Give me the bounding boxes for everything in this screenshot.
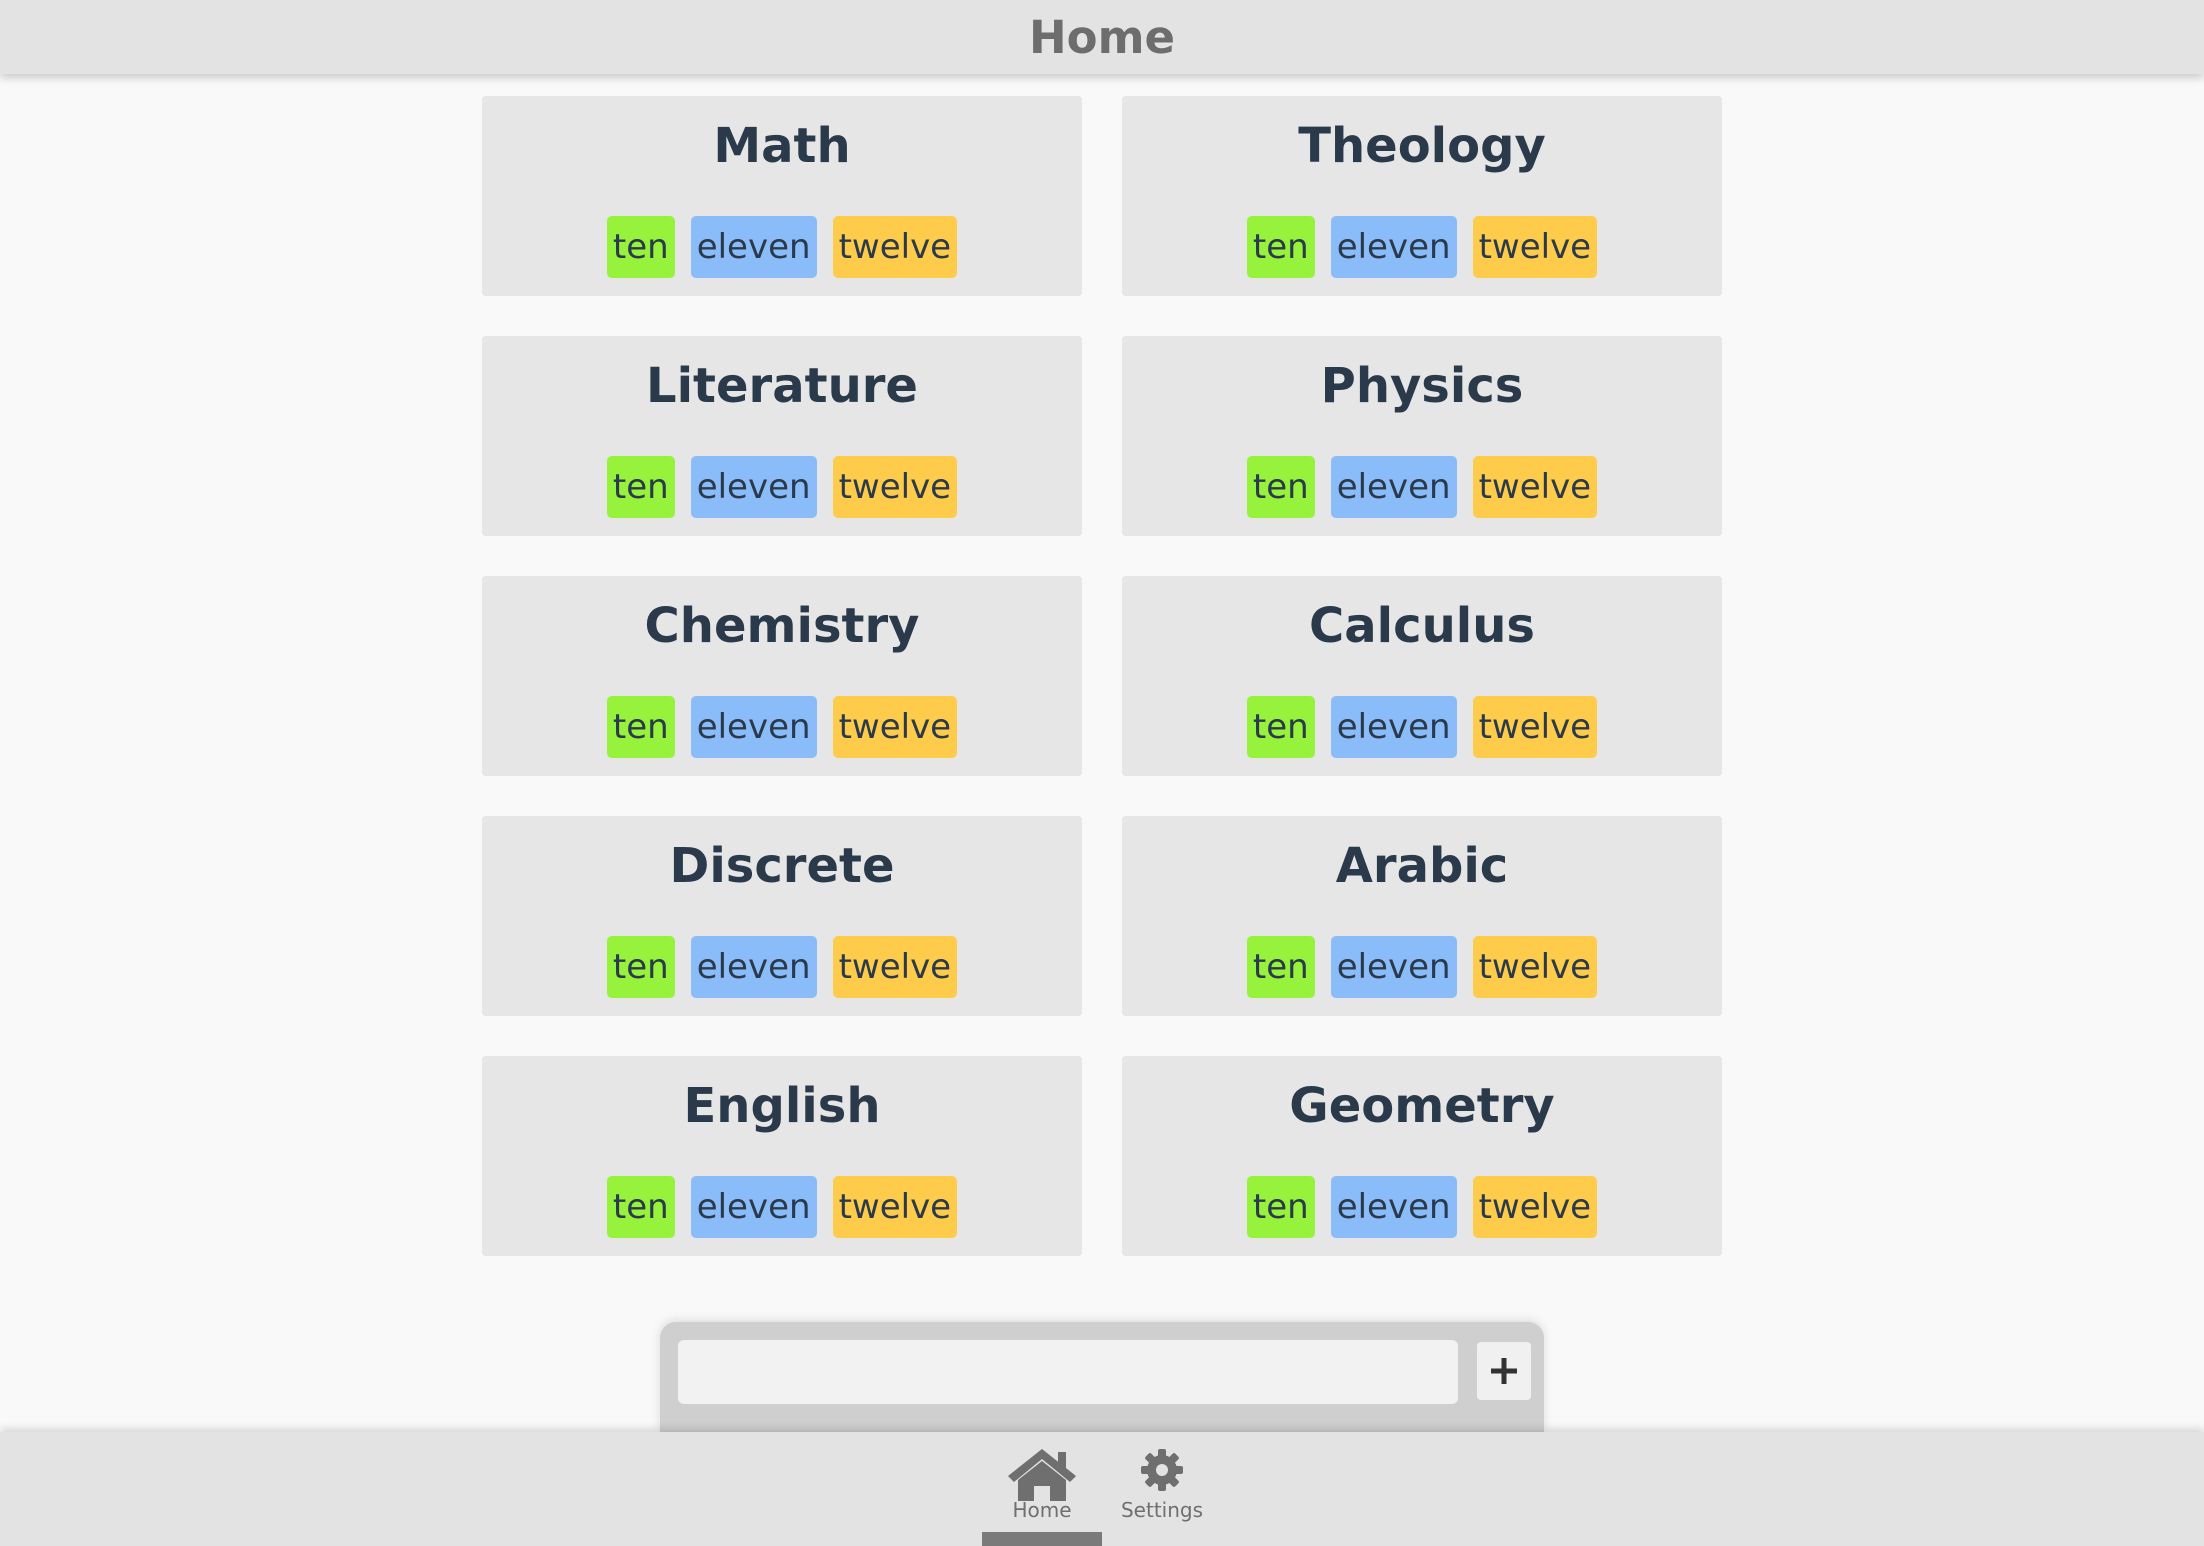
- level-tag-ten[interactable]: ten: [1246, 936, 1315, 998]
- new-subject-input[interactable]: [678, 1340, 1458, 1404]
- subject-title: English: [683, 1078, 881, 1134]
- subject-title: Geometry: [1289, 1078, 1555, 1134]
- level-tags: ten eleven twelve: [1122, 696, 1722, 758]
- level-tag-eleven[interactable]: eleven: [1330, 696, 1457, 758]
- subject-title: Physics: [1320, 358, 1524, 414]
- gear-icon: [1141, 1449, 1183, 1491]
- level-tag-twelve[interactable]: twelve: [1472, 1176, 1598, 1238]
- level-tag-twelve[interactable]: twelve: [1472, 696, 1598, 758]
- top-app-bar: Home: [0, 0, 2204, 74]
- subject-title: Chemistry: [644, 598, 920, 654]
- level-tag-eleven[interactable]: eleven: [690, 456, 817, 518]
- level-tags: ten eleven twelve: [1122, 456, 1722, 518]
- level-tag-ten[interactable]: ten: [606, 216, 675, 278]
- subject-card[interactable]: English ten eleven twelve: [482, 1056, 1082, 1256]
- nav-home[interactable]: Home: [982, 1432, 1102, 1546]
- level-tag-eleven[interactable]: eleven: [690, 936, 817, 998]
- plus-icon: [1491, 1358, 1517, 1384]
- subject-title: Arabic: [1335, 838, 1509, 894]
- nav-settings[interactable]: Settings: [1102, 1432, 1222, 1546]
- level-tag-ten[interactable]: ten: [606, 1176, 675, 1238]
- level-tags: ten eleven twelve: [1122, 936, 1722, 998]
- subject-card[interactable]: Math ten eleven twelve: [482, 96, 1082, 296]
- subject-card[interactable]: Geometry ten eleven twelve: [1122, 1056, 1722, 1256]
- level-tag-twelve[interactable]: twelve: [1472, 936, 1598, 998]
- subject-card[interactable]: Arabic ten eleven twelve: [1122, 816, 1722, 1016]
- level-tag-ten[interactable]: ten: [606, 456, 675, 518]
- level-tag-twelve[interactable]: twelve: [1472, 456, 1598, 518]
- subject-title: Literature: [646, 358, 918, 414]
- level-tag-eleven[interactable]: eleven: [690, 216, 817, 278]
- subject-title: Math: [713, 118, 851, 174]
- level-tag-eleven[interactable]: eleven: [1330, 1176, 1457, 1238]
- level-tag-ten[interactable]: ten: [1246, 456, 1315, 518]
- level-tag-eleven[interactable]: eleven: [1330, 456, 1457, 518]
- level-tags: ten eleven twelve: [482, 456, 1082, 518]
- add-subject-button[interactable]: [1477, 1342, 1531, 1400]
- subject-card[interactable]: Chemistry ten eleven twelve: [482, 576, 1082, 776]
- level-tag-eleven[interactable]: eleven: [1330, 936, 1457, 998]
- level-tag-twelve[interactable]: twelve: [832, 216, 958, 278]
- subject-grid: Math ten eleven twelve Theology ten elev…: [482, 96, 1722, 1256]
- level-tag-twelve[interactable]: twelve: [832, 1176, 958, 1238]
- level-tag-ten[interactable]: ten: [1246, 696, 1315, 758]
- subject-card[interactable]: Theology ten eleven twelve: [1122, 96, 1722, 296]
- page-title: Home: [1029, 10, 1175, 64]
- subject-title: Calculus: [1309, 598, 1535, 654]
- nav-settings-label: Settings: [1120, 1498, 1204, 1522]
- level-tag-eleven[interactable]: eleven: [690, 1176, 817, 1238]
- subject-card[interactable]: Literature ten eleven twelve: [482, 336, 1082, 536]
- active-tab-indicator: [982, 1532, 1102, 1546]
- level-tag-eleven[interactable]: eleven: [1330, 216, 1457, 278]
- bottom-navigation: Home Settings: [0, 1432, 2204, 1546]
- subject-card[interactable]: Calculus ten eleven twelve: [1122, 576, 1722, 776]
- level-tag-ten[interactable]: ten: [606, 696, 675, 758]
- nav-home-label: Home: [1012, 1498, 1072, 1522]
- level-tags: ten eleven twelve: [1122, 216, 1722, 278]
- subject-card[interactable]: Discrete ten eleven twelve: [482, 816, 1082, 1016]
- level-tags: ten eleven twelve: [482, 1176, 1082, 1238]
- level-tags: ten eleven twelve: [482, 936, 1082, 998]
- subject-title: Theology: [1298, 118, 1546, 174]
- level-tag-ten[interactable]: ten: [606, 936, 675, 998]
- level-tag-twelve[interactable]: twelve: [832, 936, 958, 998]
- add-subject-bar: [660, 1322, 1544, 1432]
- subject-title: Discrete: [669, 838, 895, 894]
- level-tag-ten[interactable]: ten: [1246, 216, 1315, 278]
- subject-card[interactable]: Physics ten eleven twelve: [1122, 336, 1722, 536]
- level-tags: ten eleven twelve: [482, 216, 1082, 278]
- level-tag-ten[interactable]: ten: [1246, 1176, 1315, 1238]
- level-tag-twelve[interactable]: twelve: [1472, 216, 1598, 278]
- level-tags: ten eleven twelve: [1122, 1176, 1722, 1238]
- level-tag-twelve[interactable]: twelve: [832, 696, 958, 758]
- level-tags: ten eleven twelve: [482, 696, 1082, 758]
- home-icon: [1008, 1449, 1076, 1501]
- level-tag-twelve[interactable]: twelve: [832, 456, 958, 518]
- level-tag-eleven[interactable]: eleven: [690, 696, 817, 758]
